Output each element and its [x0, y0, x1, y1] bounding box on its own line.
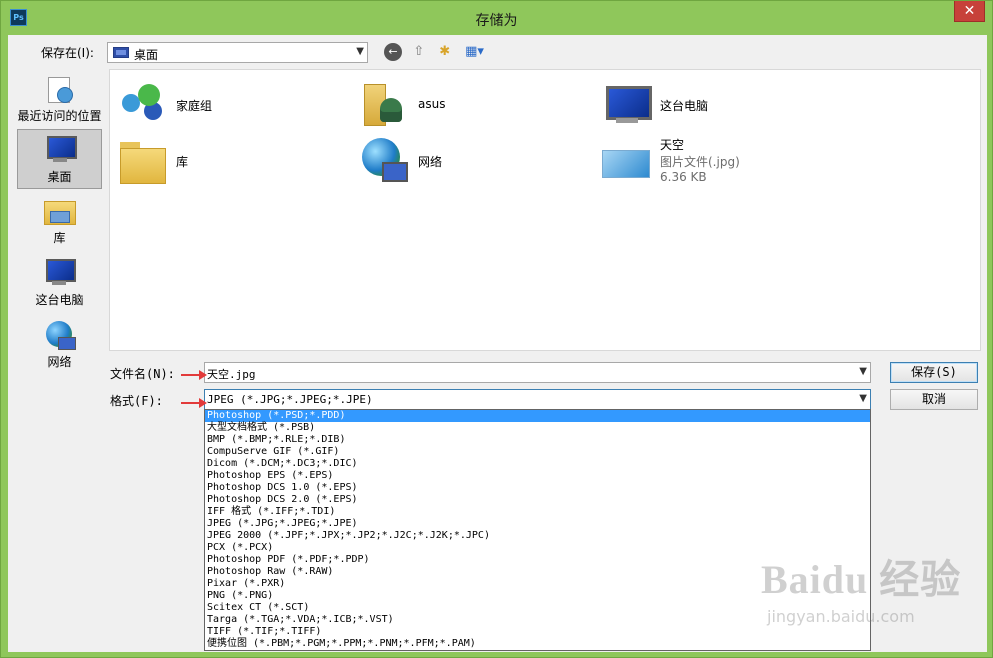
- title-bar[interactable]: Ps 存储为 ✕: [1, 1, 992, 35]
- format-option[interactable]: JPEG (*.JPG;*.JPEG;*.JPE): [205, 518, 870, 530]
- places-bar: 最近访问的位置 桌面 库 这台电脑 网络: [8, 69, 106, 369]
- window-title: 存储为: [475, 13, 518, 29]
- place-computer[interactable]: 这台电脑: [17, 253, 102, 313]
- user-folder-icon: [360, 80, 408, 128]
- format-option[interactable]: 大型文档格式 (*.PSB): [205, 422, 870, 434]
- network-icon: [42, 319, 76, 351]
- view-menu-icon[interactable]: ▦▾: [461, 43, 487, 61]
- format-option[interactable]: Photoshop (*.PSD;*.PDD): [205, 410, 870, 422]
- filename-label: 文件名(N):: [110, 367, 175, 381]
- up-folder-icon[interactable]: ⇧: [410, 43, 428, 61]
- file-name: 天空: [660, 138, 685, 152]
- format-option[interactable]: Photoshop EPS (*.EPS): [205, 470, 870, 482]
- format-label: 格式(F):: [110, 394, 163, 408]
- baidu-watermark: Baidu 经验 jingyan.baidu.com: [757, 547, 987, 647]
- save-button[interactable]: 保存(S): [890, 362, 978, 383]
- format-option[interactable]: CompuServe GIF (*.GIF): [205, 446, 870, 458]
- file-type: 图片文件(.jpg): [660, 155, 740, 169]
- chevron-down-icon[interactable]: ▼: [356, 46, 364, 57]
- format-option[interactable]: Dicom (*.DCM;*.DC3;*.DIC): [205, 458, 870, 470]
- annotation-arrow: [181, 370, 207, 380]
- file-item-homegroup[interactable]: 家庭组: [118, 80, 318, 130]
- save-in-label: 保存在(I):: [41, 46, 94, 60]
- back-icon[interactable]: ←: [384, 43, 402, 61]
- file-item-network[interactable]: 网络: [360, 136, 560, 186]
- new-folder-icon[interactable]: ✱: [436, 43, 454, 61]
- save-as-dialog: Ps 存储为 ✕ 保存在(I): 桌面 ▼ ← ⇧ ✱ ▦▾ 最近访问的位置 桌…: [0, 0, 993, 658]
- computer-icon: [602, 80, 652, 128]
- nav-toolbar: ← ⇧ ✱ ▦▾: [384, 43, 491, 63]
- chevron-down-icon[interactable]: ▼: [859, 366, 867, 377]
- place-library[interactable]: 库: [17, 191, 102, 251]
- place-label: 最近访问的位置: [17, 109, 102, 123]
- desktop-icon: [43, 134, 77, 166]
- recent-places-icon: [42, 73, 76, 105]
- watermark-url: jingyan.baidu.com: [767, 607, 915, 626]
- cancel-button[interactable]: 取消: [890, 389, 978, 410]
- format-select[interactable]: JPEG (*.JPG;*.JPEG;*.JPE) ▼: [204, 389, 871, 410]
- file-name: 这台电脑: [660, 99, 709, 113]
- file-name: asus: [418, 97, 446, 111]
- file-item-this-pc[interactable]: 这台电脑: [602, 80, 802, 130]
- place-label: 网络: [47, 355, 72, 369]
- save-in-combobox[interactable]: 桌面 ▼: [107, 42, 368, 63]
- network-icon: [360, 136, 408, 184]
- filename-value: 天空.jpg: [207, 368, 256, 381]
- annotation-arrow: [181, 398, 207, 408]
- filename-field[interactable]: 天空.jpg ▼: [204, 362, 871, 383]
- place-label: 这台电脑: [35, 293, 84, 307]
- format-value: JPEG (*.JPG;*.JPEG;*.JPE): [207, 393, 373, 406]
- library-folder-icon: [118, 136, 166, 184]
- file-name: 家庭组: [176, 99, 213, 113]
- file-item-library[interactable]: 库: [118, 136, 318, 186]
- close-button[interactable]: ✕: [954, 1, 985, 22]
- format-option[interactable]: BMP (*.BMP;*.RLE;*.DIB): [205, 434, 870, 446]
- image-file-icon: [602, 136, 650, 184]
- place-label: 桌面: [47, 170, 72, 184]
- place-desktop[interactable]: 桌面: [17, 129, 102, 189]
- desktop-icon: [113, 47, 129, 58]
- format-option[interactable]: Photoshop DCS 2.0 (*.EPS): [205, 494, 870, 506]
- file-name: 网络: [418, 155, 443, 169]
- file-name: 库: [176, 155, 189, 169]
- place-network[interactable]: 网络: [17, 315, 102, 375]
- file-item-sky-jpg[interactable]: 天空 图片文件(.jpg) 6.36 KB: [602, 136, 822, 192]
- chevron-down-icon[interactable]: ▼: [859, 393, 867, 404]
- file-item-asus[interactable]: asus: [360, 80, 560, 130]
- computer-icon: [42, 257, 76, 289]
- watermark-brand: Baidu 经验: [761, 557, 962, 602]
- file-size: 6.36 KB: [660, 170, 707, 184]
- place-label: 库: [53, 231, 66, 245]
- place-recent[interactable]: 最近访问的位置: [17, 69, 102, 129]
- format-option[interactable]: IFF 格式 (*.IFF;*.TDI): [205, 506, 870, 518]
- homegroup-icon: [118, 80, 166, 128]
- format-option[interactable]: JPEG 2000 (*.JPF;*.JPX;*.JP2;*.J2C;*.J2K…: [205, 530, 870, 542]
- save-in-value: 桌面: [134, 48, 159, 62]
- format-option[interactable]: Photoshop DCS 1.0 (*.EPS): [205, 482, 870, 494]
- file-list-view[interactable]: 家庭组 asus 这台电脑 库 网络 天空 图片文件(.jpg) 6.36 KB: [109, 69, 981, 351]
- library-icon: [42, 195, 76, 227]
